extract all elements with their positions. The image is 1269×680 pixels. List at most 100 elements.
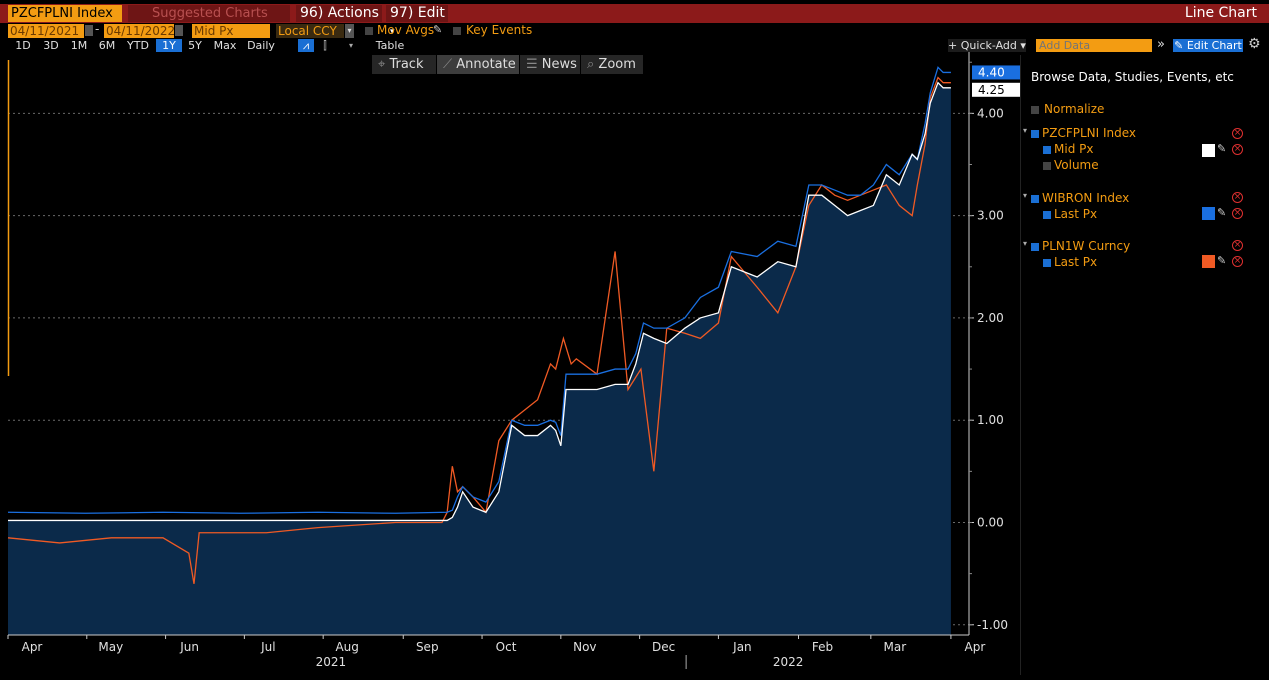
add-data-input[interactable] [1036, 39, 1152, 52]
y-tick-label: 3.00 [977, 209, 1004, 223]
settings-gear-icon[interactable]: ⚙ [1248, 36, 1261, 52]
collapse-icon[interactable]: ▾ [1023, 191, 1027, 200]
start-date-input[interactable]: 04/11/2021 [8, 24, 84, 38]
quick-add-label: Quick-Add [960, 39, 1017, 52]
y-tick-label: -1.00 [977, 618, 1008, 632]
date-separator: - [95, 22, 100, 36]
currency-select[interactable]: Local CCY [276, 24, 344, 38]
ticker-field[interactable]: PZCFPLNI Index [8, 5, 122, 22]
security-name: WIBRON Index [1042, 191, 1130, 205]
x-tick-label: Sep [416, 640, 439, 654]
y-tick-label: 2.00 [977, 311, 1004, 325]
normalize-checkbox[interactable] [1031, 106, 1039, 114]
x-tick-label: Oct [496, 640, 517, 654]
last-value-white: 4.25 [978, 83, 1005, 97]
color-swatch[interactable] [1202, 207, 1215, 220]
period-max[interactable]: Max [210, 39, 240, 52]
field-label: Mid Px [1054, 142, 1094, 156]
field-checkbox[interactable] [1043, 211, 1051, 219]
mov-avgs-checkbox[interactable] [365, 27, 373, 35]
security-checkbox[interactable] [1031, 195, 1039, 203]
end-date-input[interactable]: 04/11/2022 [104, 24, 175, 38]
news-tool-button[interactable]: ☰ News [520, 55, 580, 74]
period-1d[interactable]: 1D [10, 39, 36, 52]
double-chevron-icon[interactable]: » [1157, 37, 1165, 52]
table-button[interactable]: Table [372, 39, 408, 52]
chart-type-label: Line Chart [1184, 5, 1257, 21]
period-6m[interactable]: 6M [94, 39, 120, 52]
x-tick-label: Jul [260, 640, 275, 654]
color-swatch[interactable] [1202, 255, 1215, 268]
field-checkbox[interactable] [1043, 259, 1051, 267]
chevron-down-icon[interactable]: ▾ [346, 39, 356, 52]
price-field-select[interactable]: Mid Px [192, 24, 270, 38]
last-value-blue: 4.40 [978, 65, 1005, 79]
x-tick-label: Jan [732, 640, 752, 654]
remove-icon[interactable]: × [1232, 256, 1243, 267]
chart-canvas[interactable]: -1.00 0.00 1.00 2.00 3.00 4.00 4.40 4.25 Apr May J… [0, 52, 1020, 680]
mov-avgs-label: Mov Avgs [377, 23, 435, 37]
frequency-label: Daily [247, 39, 275, 52]
key-events-checkbox[interactable] [453, 27, 461, 35]
remove-icon[interactable]: × [1232, 208, 1243, 219]
frequency-select[interactable]: Daily ▾ [244, 39, 278, 65]
calendar-icon[interactable] [175, 25, 183, 36]
x-tick-label: Feb [812, 640, 833, 654]
edit-label: 97) Edit [390, 5, 445, 21]
y-tick-label: 0.00 [977, 515, 1004, 529]
line-chart-icon[interactable]: ⩘ [298, 39, 314, 52]
actions-menu[interactable]: 96) Actions ▾ [296, 5, 382, 37]
field-label: Volume [1054, 158, 1099, 172]
pencil-icon[interactable]: ✎ [1217, 142, 1226, 155]
actions-label: 96) Actions [300, 5, 379, 21]
remove-icon[interactable]: × [1232, 240, 1243, 251]
field-label: Last Px [1054, 255, 1098, 269]
period-ytd[interactable]: YTD [122, 39, 154, 52]
zoom-tool-button[interactable]: ⌕ Zoom [581, 55, 643, 74]
edit-chart-button[interactable]: ✎ Edit Chart [1173, 39, 1243, 52]
x-tick-label: Nov [573, 640, 596, 654]
annotate-label: Annotate [456, 57, 516, 72]
period-1y[interactable]: 1Y [156, 39, 182, 52]
period-1m[interactable]: 1M [66, 39, 92, 52]
title-bar: PZCFPLNI Index Suggested Charts 96) Acti… [0, 4, 1269, 37]
security-checkbox[interactable] [1031, 243, 1039, 251]
collapse-icon[interactable]: ▾ [1023, 126, 1027, 135]
calendar-icon[interactable] [85, 25, 93, 36]
period-3d[interactable]: 3D [38, 39, 64, 52]
period-5y[interactable]: 5Y [184, 39, 206, 52]
collapse-icon[interactable]: ▾ [1023, 239, 1027, 248]
field-checkbox[interactable] [1043, 162, 1051, 170]
browse-data-link[interactable]: Browse Data, Studies, Events, etc [1031, 70, 1234, 84]
news-icon: ☰ [526, 57, 538, 72]
pencil-icon[interactable]: ✎ [1217, 254, 1226, 267]
remove-icon[interactable]: × [1232, 128, 1243, 139]
edit-chart-label: Edit Chart [1186, 39, 1242, 52]
security-name: PZCFPLNI Index [1042, 126, 1137, 140]
x-tick-label: Mar [884, 640, 907, 654]
track-tool-button[interactable]: ⌖ Track [372, 55, 436, 74]
pencil-icon[interactable]: ✎ [1217, 206, 1226, 219]
edit-menu[interactable]: 97) Edit ▾ [386, 5, 448, 37]
pencil-icon[interactable]: ✎ [433, 23, 442, 36]
remove-icon[interactable]: × [1232, 144, 1243, 155]
search-icon: ⌕ [587, 57, 595, 72]
news-label: News [541, 57, 577, 72]
x-tick-label: Apr [22, 640, 43, 654]
x-tick-label: Dec [652, 640, 675, 654]
candle-icon[interactable]: ⫿ [318, 39, 332, 52]
color-swatch[interactable] [1202, 144, 1215, 157]
pencil-icon: ⟋ [443, 57, 453, 72]
normalize-label: Normalize [1044, 102, 1105, 116]
key-events-label: Key Events [466, 23, 533, 37]
crosshair-icon: ⌖ [378, 57, 386, 72]
remove-icon[interactable]: × [1232, 192, 1243, 203]
suggested-charts-button[interactable]: Suggested Charts [128, 5, 290, 22]
year-label: 2021 [316, 655, 347, 669]
y-tick-label: 1.00 [977, 413, 1004, 427]
security-checkbox[interactable] [1031, 130, 1039, 138]
field-checkbox[interactable] [1043, 146, 1051, 154]
annotate-tool-button[interactable]: ⟋ Annotate [437, 55, 519, 74]
quick-add-button[interactable]: + Quick-Add ▾ [948, 39, 1026, 52]
chevron-down-icon[interactable]: ▾ [345, 24, 354, 38]
